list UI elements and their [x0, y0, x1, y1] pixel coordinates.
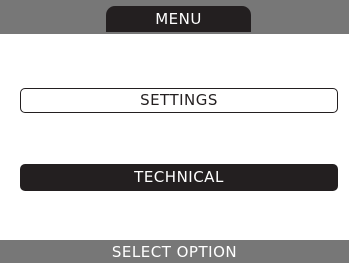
- menu-title: MENU: [106, 6, 251, 32]
- menu-screen: MENU SETTINGS TECHNICAL SELECT OPTION: [0, 0, 349, 263]
- settings-option[interactable]: SETTINGS: [20, 88, 338, 113]
- technical-option[interactable]: TECHNICAL: [20, 164, 338, 191]
- header-bar: MENU: [0, 0, 349, 34]
- status-bar: SELECT OPTION: [0, 240, 349, 263]
